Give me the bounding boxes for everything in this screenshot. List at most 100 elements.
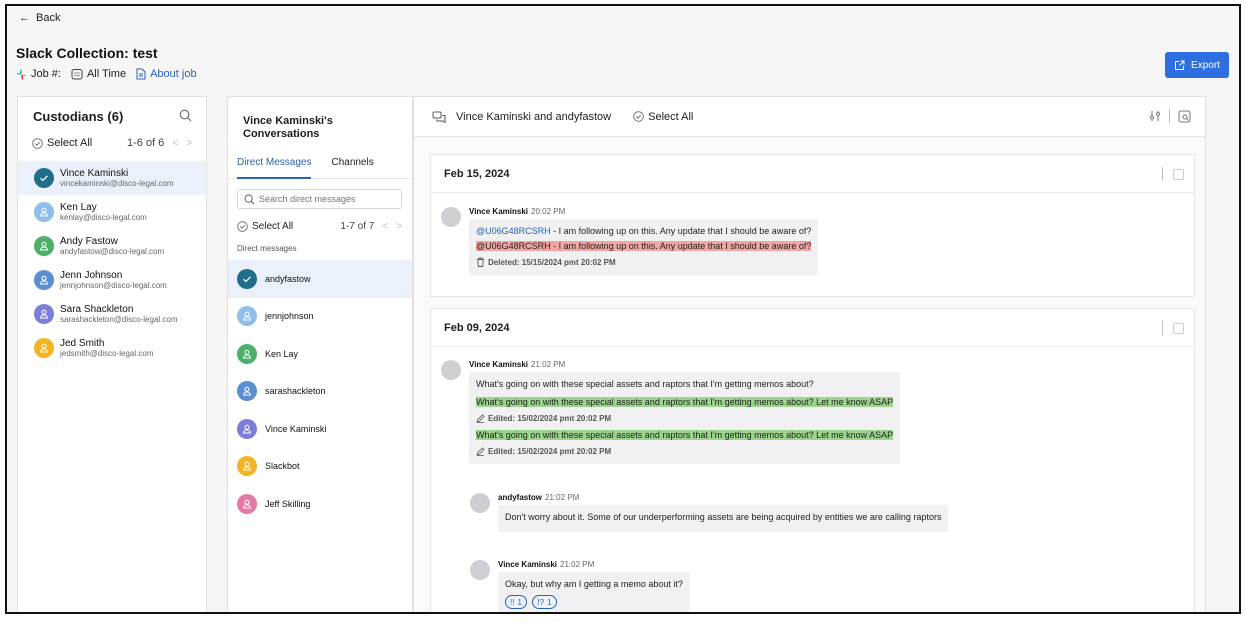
custodian-row[interactable]: Vince Kaminski vincekaminski@disco-legal.… bbox=[18, 161, 206, 195]
trash-icon bbox=[477, 257, 484, 267]
reactions: !! 1 !? 1 bbox=[505, 595, 683, 609]
tab-channels[interactable]: Channels bbox=[331, 155, 373, 179]
user-avatar-icon bbox=[34, 236, 54, 256]
divider bbox=[1169, 109, 1170, 123]
chevron-left-icon[interactable]: < bbox=[382, 221, 388, 232]
dm-row[interactable]: Vince Kaminski bbox=[228, 410, 412, 448]
user-avatar-icon bbox=[237, 306, 257, 327]
message-meta: andyfastow 21:02 PM bbox=[498, 493, 580, 502]
user-mention[interactable]: @U06G48RCSRH bbox=[476, 226, 551, 236]
custodians-title: Custodians (6) bbox=[33, 109, 124, 124]
edited-text: What's going on with these special asset… bbox=[476, 430, 894, 440]
reaction-badge[interactable]: !? 1 bbox=[532, 595, 557, 609]
dm-pager: 1-7 of 7 < > bbox=[340, 221, 402, 232]
deleted-note: Deleted: 15/15/2024 pmt 20:02 PM bbox=[476, 255, 811, 269]
select-all-messages[interactable]: Select All bbox=[633, 111, 693, 123]
message-bubble: Don't worry about it. Some of our underp… bbox=[498, 505, 949, 532]
dm-list: andyfastow jennjohnson Ken Lay sarashack… bbox=[228, 260, 412, 523]
search-icon bbox=[244, 194, 255, 204]
day-group: Feb 09, 2024 Vince Kaminski 21:02 PM What… bbox=[430, 308, 1195, 612]
divider bbox=[1162, 321, 1163, 335]
conversation-icon bbox=[432, 111, 446, 123]
dm-search-box bbox=[237, 189, 402, 209]
user-avatar-icon bbox=[237, 381, 257, 402]
image-search-icon[interactable] bbox=[1178, 110, 1191, 123]
top-bar: ← Back Slack Collection: test Job #: All… bbox=[7, 6, 1239, 98]
edited-note: Edited: 15/02/2024 pmt 20:02 PM bbox=[476, 411, 893, 425]
dm-row[interactable]: andyfastow bbox=[228, 260, 412, 298]
back-button[interactable]: ← Back bbox=[19, 12, 60, 24]
page-title: Slack Collection: test bbox=[16, 45, 158, 61]
external-link-icon bbox=[1175, 60, 1185, 70]
reaction-badge[interactable]: !! 1 bbox=[505, 595, 527, 609]
dm-row[interactable]: Ken Lay bbox=[228, 335, 412, 373]
tab-direct-messages[interactable]: Direct Messages bbox=[237, 155, 312, 179]
avatar bbox=[470, 493, 490, 513]
check-circle-icon bbox=[633, 111, 644, 122]
about-job-link[interactable]: About job bbox=[136, 68, 197, 80]
custodian-row[interactable]: Jed Smith jedsmith@disco-legal.com bbox=[18, 331, 206, 365]
dm-section-label: Direct messages bbox=[237, 244, 297, 253]
message-bubble: Okay, but why am I getting a memo about … bbox=[498, 572, 690, 612]
user-avatar-icon bbox=[237, 418, 257, 439]
check-circle-icon bbox=[237, 221, 248, 232]
user-avatar-icon bbox=[34, 304, 54, 324]
check-avatar-icon bbox=[237, 268, 257, 289]
job-number: Job #: bbox=[16, 68, 61, 80]
thread-title: Vince Kaminski and andyfastow bbox=[456, 110, 612, 123]
user-avatar-icon bbox=[34, 338, 54, 358]
custodian-list: Vince Kaminski vincekaminski@disco-legal.… bbox=[18, 161, 206, 365]
avatar bbox=[470, 560, 490, 580]
dm-row[interactable]: Slackbot bbox=[228, 448, 412, 486]
filter-sliders-icon[interactable] bbox=[1149, 110, 1161, 122]
chevron-right-icon[interactable]: > bbox=[396, 221, 402, 232]
slack-icon bbox=[16, 68, 27, 80]
user-avatar-icon bbox=[237, 343, 257, 364]
user-avatar-icon bbox=[34, 202, 54, 222]
edited-text: What's going on with these special asset… bbox=[476, 397, 894, 407]
deleted-mention: @U06G48RCSRH bbox=[476, 241, 551, 251]
search-icon[interactable] bbox=[179, 109, 192, 122]
dm-search-input[interactable] bbox=[259, 194, 389, 204]
thread-tools bbox=[1149, 109, 1191, 123]
export-button[interactable]: Export bbox=[1165, 52, 1229, 78]
divider bbox=[1162, 167, 1163, 181]
document-icon bbox=[136, 68, 146, 80]
time-range: All Time bbox=[71, 68, 126, 80]
day-header: Feb 09, 2024 bbox=[431, 309, 1194, 347]
arrow-left-icon: ← bbox=[19, 12, 30, 24]
custodian-row[interactable]: Sara Shackleton sarashackleton@disco-lega… bbox=[18, 297, 206, 331]
check-circle-icon bbox=[32, 137, 43, 149]
edited-note: Edited: 15/02/2024 pmt 20:02 PM bbox=[476, 444, 893, 458]
user-avatar-icon bbox=[237, 456, 257, 477]
avatar bbox=[441, 360, 461, 380]
custodian-row[interactable]: Jenn Johnson jennjohnson@disco-legal.com bbox=[18, 263, 206, 297]
day-group: Feb 15, 2024 Vince Kaminski 20:02 PM @U06… bbox=[430, 154, 1195, 297]
pencil-icon bbox=[476, 413, 485, 423]
message-meta: Vince Kaminski 21:02 PM bbox=[498, 560, 595, 569]
day-checkbox[interactable] bbox=[1173, 168, 1184, 180]
select-all-dms[interactable]: Select All bbox=[237, 221, 293, 232]
check-avatar-icon bbox=[34, 168, 54, 188]
app-window: ← Back Slack Collection: test Job #: All… bbox=[5, 4, 1241, 614]
avatar bbox=[441, 207, 461, 227]
message-bubble: @U06G48RCSRH - I am following up on this… bbox=[469, 219, 819, 275]
thread-panel: Vince Kaminski and andyfastow Select All… bbox=[413, 96, 1206, 612]
dm-row[interactable]: Jeff Skilling bbox=[228, 485, 412, 523]
custodians-panel: Custodians (6) Select All 1-6 of 6 < > V… bbox=[17, 96, 207, 612]
user-avatar-icon bbox=[34, 270, 54, 290]
day-checkbox[interactable] bbox=[1173, 322, 1184, 334]
conversations-panel: Vince Kaminski's Conversations Direct Me… bbox=[227, 96, 413, 612]
conversation-tabs: Direct Messages Channels bbox=[228, 155, 412, 179]
chevron-right-icon[interactable]: > bbox=[186, 138, 192, 149]
dm-row[interactable]: sarashackleton bbox=[228, 373, 412, 411]
conversations-title: Vince Kaminski's Conversations bbox=[243, 115, 333, 140]
dm-row[interactable]: jennjohnson bbox=[228, 298, 412, 336]
calendar-icon bbox=[71, 69, 83, 80]
chevron-left-icon[interactable]: < bbox=[172, 138, 178, 149]
custodian-row[interactable]: Andy Fastow andyfastow@disco-legal.com bbox=[18, 229, 206, 263]
select-all-custodians[interactable]: Select All bbox=[32, 137, 92, 149]
user-avatar-icon bbox=[237, 493, 257, 514]
custodian-row[interactable]: Ken Lay kenlay@disco-legal.com bbox=[18, 195, 206, 229]
custodians-pager: 1-6 of 6 < > bbox=[127, 137, 192, 149]
